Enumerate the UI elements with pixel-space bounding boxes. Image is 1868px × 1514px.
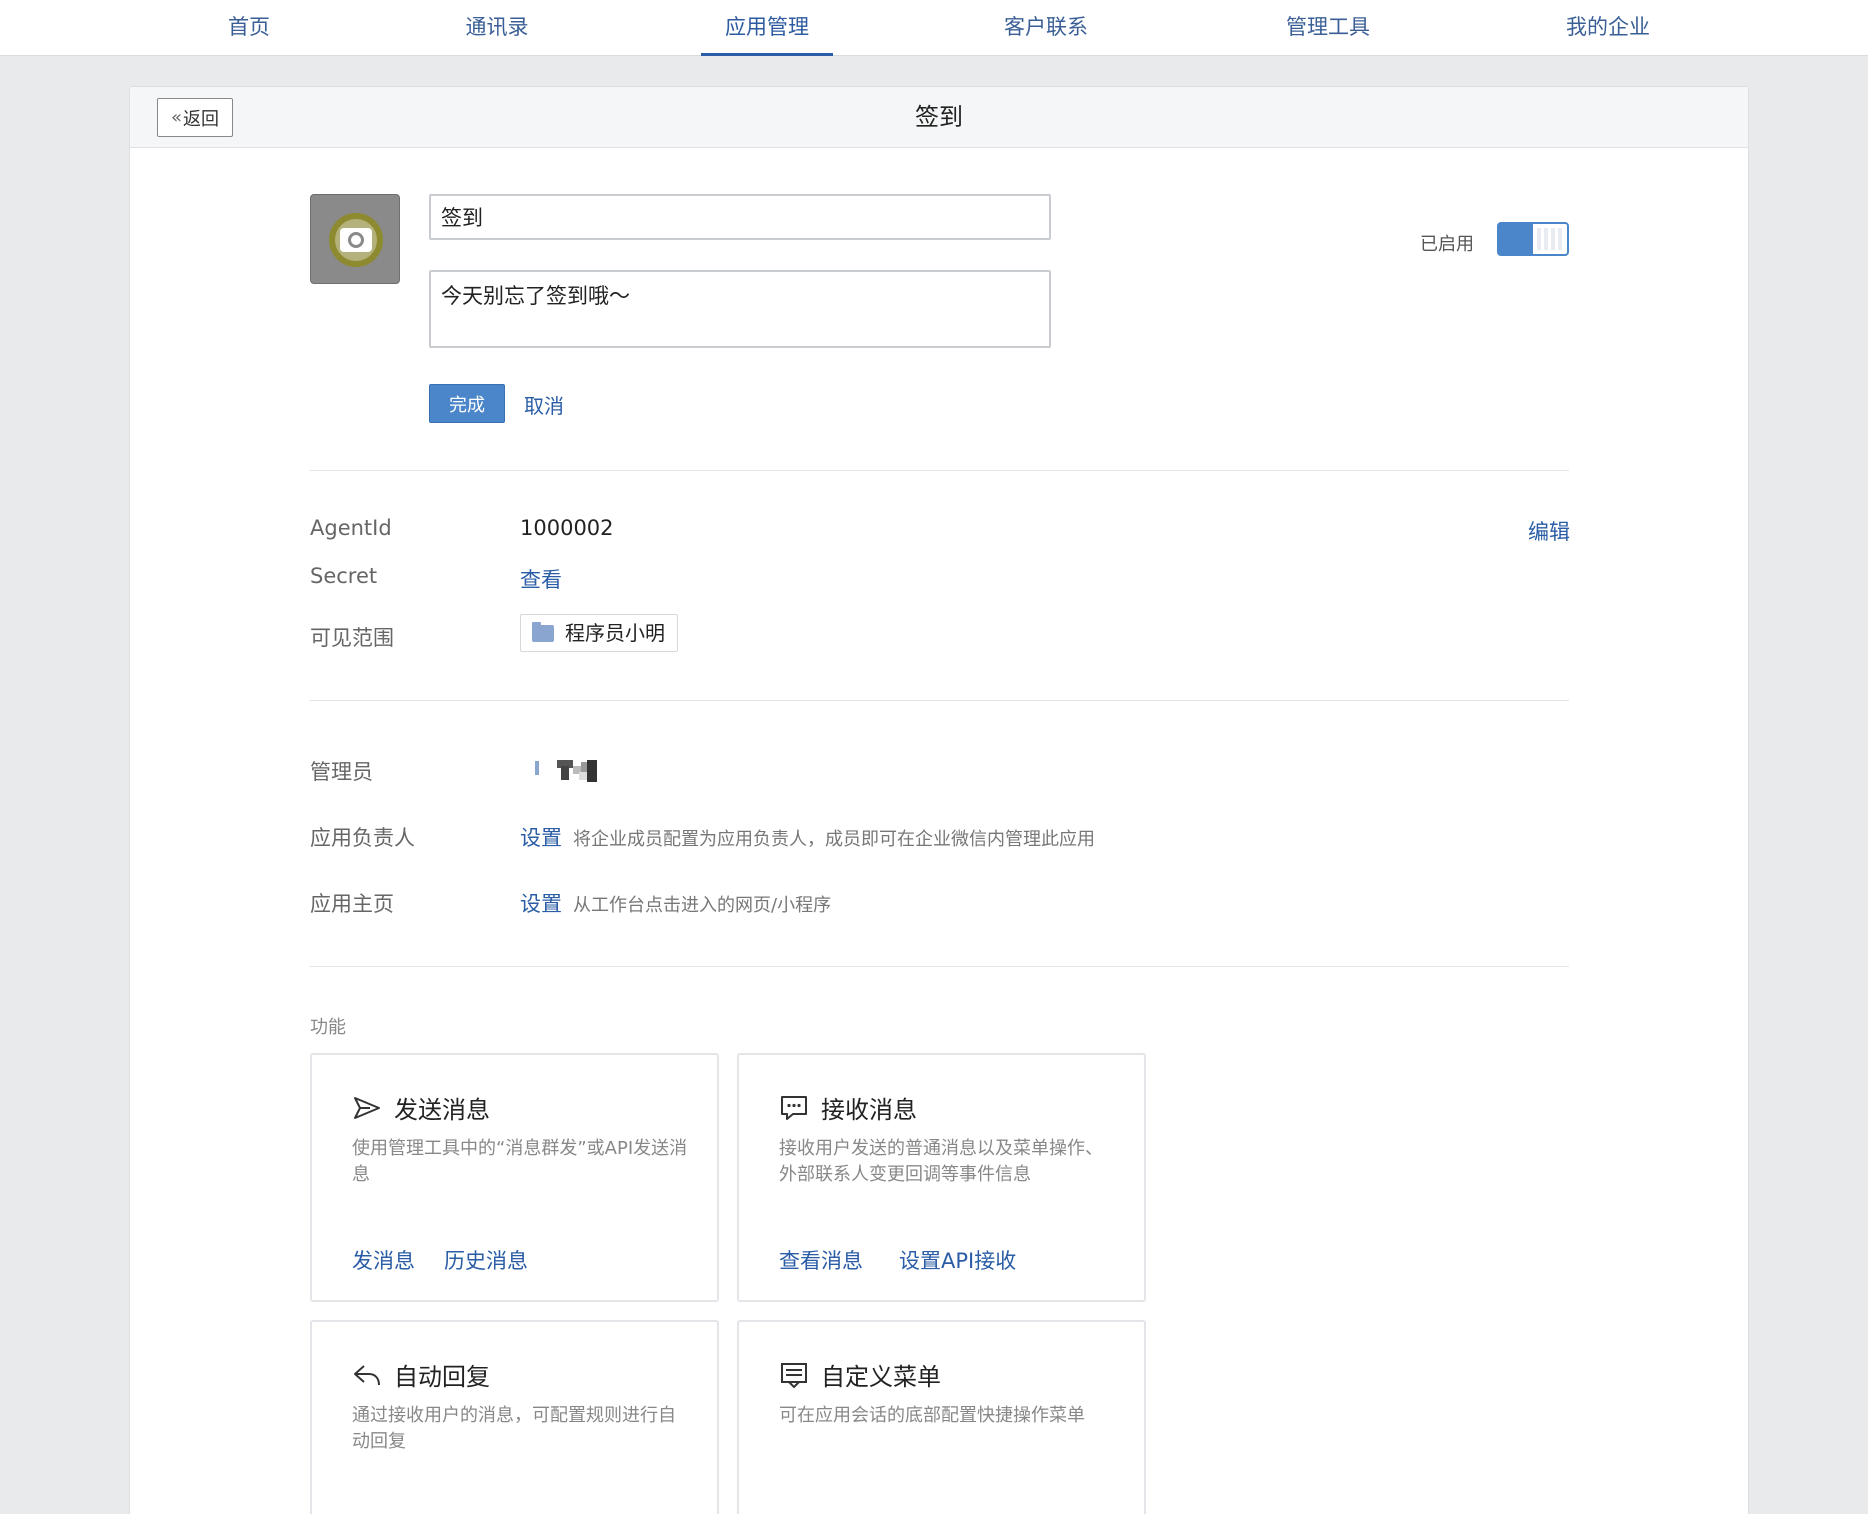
setup-api-receive-link[interactable]: 设置API接收 (899, 1245, 1016, 1275)
homepage-label: 应用主页 (310, 892, 394, 916)
owner-hint: 将企业成员配置为应用负责人，成员即可在企业微信内管理此应用 (573, 829, 1095, 850)
feature-title: 自动回复 (394, 1363, 490, 1391)
feature-title: 自定义菜单 (821, 1363, 941, 1391)
app-logo-upload[interactable] (310, 194, 400, 284)
app-description-input[interactable]: 今天别忘了签到哦～ (429, 270, 1051, 348)
scope-label: 可见范围 (310, 626, 394, 650)
feature-card-send-message: 发送消息 使用管理工具中的“消息群发”或API发送消息 发消息 历史消息 (310, 1053, 719, 1302)
scope-tag[interactable]: 程序员小明 (520, 614, 678, 652)
feature-desc: 可在应用会话的底部配置快捷操作菜单 (779, 1405, 1085, 1426)
admin-label: 管理员 (310, 760, 373, 784)
edit-link[interactable]: 编辑 (1528, 516, 1570, 546)
view-messages-link[interactable]: 查看消息 (779, 1245, 863, 1275)
tab-app-management[interactable]: 应用管理 (701, 0, 833, 56)
tab-management-tools[interactable]: 管理工具 (1280, 0, 1376, 56)
tab-my-enterprise[interactable]: 我的企业 (1560, 0, 1656, 56)
done-button[interactable]: 完成 (429, 384, 505, 423)
secret-label: Secret (310, 564, 378, 588)
chat-icon (781, 1096, 807, 1120)
feature-desc: 使用管理工具中的“消息群发”或API发送消息 (352, 1138, 688, 1185)
status-label: 已启用 (1420, 234, 1474, 255)
feature-title: 接收消息 (821, 1096, 917, 1124)
feature-desc: 接收用户发送的普通消息以及菜单操作、外部联系人变更回调等事件信息 (779, 1138, 1103, 1185)
message-history-link[interactable]: 历史消息 (444, 1245, 528, 1275)
card-header: « 返回 签到 (130, 87, 1748, 148)
page-title: 签到 (915, 103, 963, 131)
toggle-knob (1537, 228, 1563, 250)
divider (310, 700, 1569, 701)
toggle-fill (1499, 224, 1533, 254)
secret-view-link[interactable]: 查看 (520, 564, 562, 594)
reply-icon (354, 1365, 380, 1386)
divider (310, 966, 1569, 967)
homepage-hint: 从工作台点击进入的网页/小程序 (573, 895, 832, 916)
divider (310, 470, 1569, 471)
owner-set-link[interactable]: 设置 (520, 822, 562, 852)
owner-label: 应用负责人 (310, 826, 415, 850)
send-icon (354, 1097, 380, 1119)
feature-title: 发送消息 (394, 1096, 490, 1124)
agentid-label: AgentId (310, 516, 392, 540)
admin-avatar[interactable] (535, 758, 613, 782)
scope-tag-label: 程序员小明 (565, 621, 665, 645)
enable-toggle[interactable] (1497, 222, 1569, 256)
top-nav: 首页 通讯录 应用管理 客户联系 管理工具 我的企业 (0, 0, 1868, 56)
features-section-title: 功能 (310, 1017, 346, 1038)
feature-card-receive-message: 接收消息 接收用户发送的普通消息以及菜单操作、外部联系人变更回调等事件信息 查看… (737, 1053, 1146, 1302)
feature-card-custom-menu: 自定义菜单 可在应用会话的底部配置快捷操作菜单 (737, 1320, 1146, 1514)
folder-icon (532, 622, 554, 642)
agentid-value: 1000002 (520, 516, 614, 540)
tab-home[interactable]: 首页 (210, 0, 288, 56)
tab-customer-contact[interactable]: 客户联系 (998, 0, 1094, 56)
feature-card-auto-reply: 自动回复 通过接收用户的消息，可配置规则进行自动回复 (310, 1320, 719, 1514)
menu-icon (781, 1363, 807, 1389)
feature-desc: 通过接收用户的消息，可配置规则进行自动回复 (352, 1405, 676, 1452)
camera-icon (340, 228, 372, 252)
cancel-link[interactable]: 取消 (524, 390, 564, 419)
send-message-link[interactable]: 发消息 (352, 1245, 415, 1275)
app-name-input[interactable] (429, 194, 1051, 240)
homepage-set-link[interactable]: 设置 (520, 888, 562, 918)
tab-contacts[interactable]: 通讯录 (455, 0, 539, 56)
